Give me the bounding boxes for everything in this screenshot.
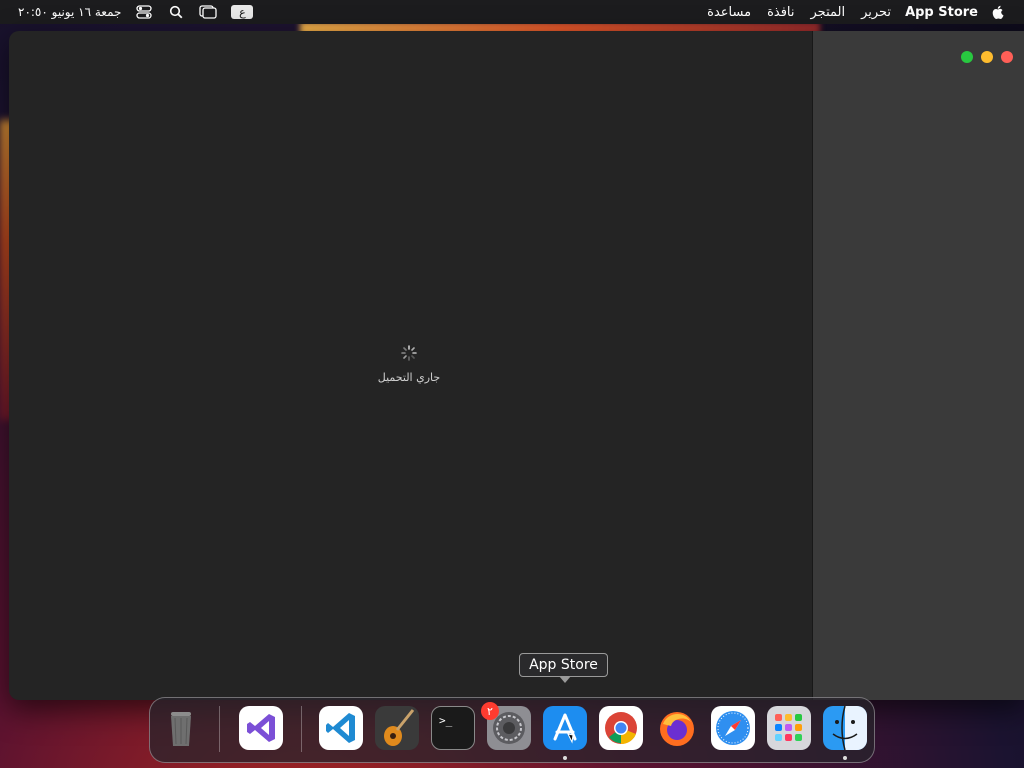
menu-edit[interactable]: تحرير <box>861 5 891 20</box>
window-zoom-button[interactable] <box>961 51 973 63</box>
system-settings-icon[interactable]: ٢ <box>481 702 531 750</box>
input-source-indicator[interactable]: ع <box>231 5 254 19</box>
dock: >_ ٢ <box>149 697 875 763</box>
menu-app-name[interactable]: App Store <box>905 5 978 20</box>
running-indicator <box>563 756 567 760</box>
launchpad-icon[interactable] <box>767 706 811 750</box>
visual-studio-icon[interactable] <box>239 706 283 750</box>
menu-window[interactable]: نافذة <box>767 5 794 20</box>
trash-icon[interactable] <box>159 706 203 750</box>
status-area: جمعة ١٦ يونيو ٢٠:٥٠ ع <box>18 0 254 24</box>
apple-menu-icon[interactable] <box>990 4 1006 20</box>
loading-indicator: جاري التحميل <box>369 345 449 384</box>
menu-clock[interactable]: جمعة ١٦ يونيو ٢٠:٥٠ <box>18 5 121 19</box>
dock-separator <box>301 706 302 752</box>
window-minimize-button[interactable] <box>981 51 993 63</box>
safari-icon[interactable] <box>711 706 755 750</box>
garageband-icon[interactable] <box>375 706 419 750</box>
control-center-icon[interactable] <box>135 5 153 19</box>
window-close-button[interactable] <box>1001 51 1013 63</box>
firefox-icon[interactable] <box>655 706 699 750</box>
spinner-icon <box>401 345 417 361</box>
dock-tooltip-tail <box>559 676 571 683</box>
dock-separator <box>219 706 220 752</box>
window-sidebar <box>812 31 1024 700</box>
terminal-icon[interactable]: >_ <box>431 706 475 750</box>
spotlight-search-icon[interactable] <box>167 5 185 19</box>
app-store-icon[interactable] <box>543 706 587 750</box>
dock-tooltip: App Store <box>519 653 608 677</box>
chrome-icon[interactable] <box>599 706 643 750</box>
menu-bar: App Store تحرير المتجر نافذة مساعدة جمعة… <box>0 0 1024 24</box>
loading-label: جاري التحميل <box>377 371 441 384</box>
stage-manager-icon[interactable] <box>199 5 218 19</box>
app-store-window: جاري التحميل <box>9 31 1024 700</box>
vscode-icon[interactable] <box>319 706 363 750</box>
finder-icon[interactable] <box>823 706 867 750</box>
menu-store[interactable]: المتجر <box>811 5 846 20</box>
notification-badge: ٢ <box>481 702 499 720</box>
running-indicator <box>843 756 847 760</box>
menu-help[interactable]: مساعدة <box>707 5 751 20</box>
svg-text:>_: >_ <box>439 714 453 727</box>
